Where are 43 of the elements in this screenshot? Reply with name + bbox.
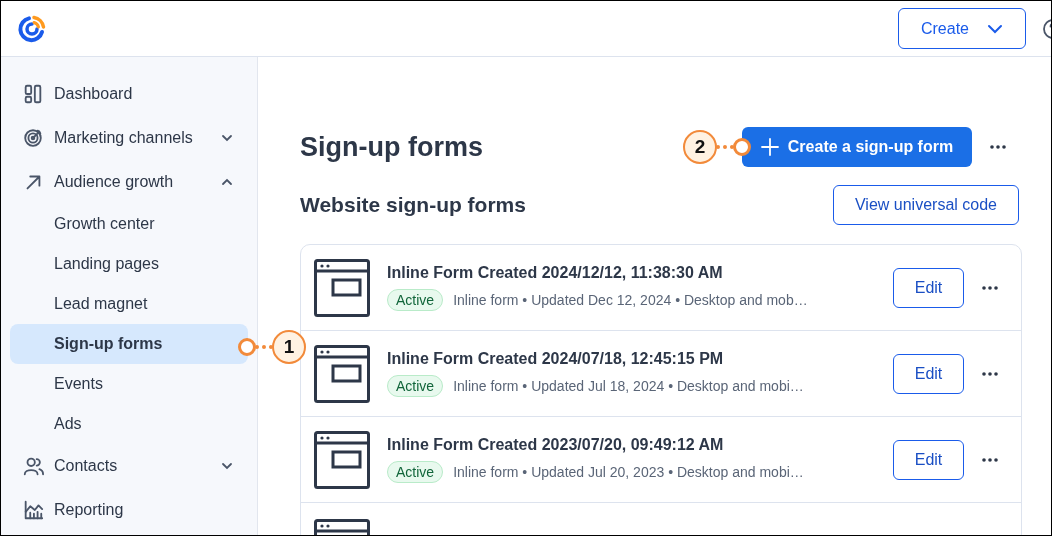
view-code-button[interactable]: View universal code: [833, 185, 1019, 225]
sidebar-item[interactable]: Landing pages: [10, 244, 248, 284]
plus-icon: [760, 138, 779, 156]
form-details: Inline form • Updated Jul 20, 2023 • Desktop and mobi…: [453, 464, 804, 480]
section-title: Website sign-up forms: [300, 193, 527, 217]
page-title: Sign-up forms: [300, 131, 484, 163]
status-badge: Active: [387, 289, 444, 311]
sidebar-item[interactable]: Marketing channels: [10, 116, 248, 160]
more-icon[interactable]: [981, 456, 999, 463]
create-dropdown-button[interactable]: Create: [898, 8, 1026, 49]
more-icon[interactable]: [989, 144, 1007, 150]
chart-icon: [22, 499, 44, 521]
sidebar-item[interactable]: Audience growth: [10, 160, 248, 204]
form-title: Inline Form Created 2024/12/12, 11:38:30 AM: [387, 264, 724, 282]
edit-button[interactable]: Edit: [893, 353, 964, 394]
sidebar-item[interactable]: Lead magnet: [10, 284, 248, 324]
form-title: Inline Form Created 2023/07/20, 09:49:12 AM: [387, 436, 725, 454]
edit-button[interactable]: Edit: [893, 439, 964, 480]
callout-marker: [733, 138, 751, 156]
target-icon: [22, 127, 44, 149]
sidebar-item[interactable]: Ads: [10, 404, 248, 444]
form-icon: [314, 430, 370, 489]
more-icon[interactable]: [981, 370, 999, 377]
sidebar-item[interactable]: Reporting: [10, 488, 248, 532]
people-icon: [22, 455, 44, 477]
callout-number: 1: [272, 330, 306, 364]
status-badge: Active: [387, 375, 444, 397]
dashboard-icon: [22, 83, 44, 105]
sidebar-item[interactable]: Contacts: [10, 444, 248, 488]
form-title: Inline Form Created 2024/07/18, 12:45:15 PM: [387, 350, 725, 368]
sidebar-item[interactable]: Growth center: [10, 204, 248, 244]
sidebar-item[interactable]: Dashboard: [10, 72, 248, 116]
callout-number: 2: [683, 130, 717, 164]
form-details: Inline form • Updated Dec 12, 2024 • Desktop and mob…: [453, 292, 808, 308]
create-form-button[interactable]: Create a sign-up form: [742, 127, 972, 167]
more-icon[interactable]: [981, 284, 999, 291]
status-badge: Active: [387, 461, 444, 483]
form-icon: [314, 258, 370, 317]
form-icon: [314, 344, 370, 403]
edit-button[interactable]: Edit: [893, 267, 964, 308]
sidebar-item[interactable]: Sign-up forms: [10, 324, 248, 364]
sidebar-item[interactable]: Events: [10, 364, 248, 404]
form-details: Inline form • Updated Jul 18, 2024 • Desktop and mobi…: [453, 378, 804, 394]
